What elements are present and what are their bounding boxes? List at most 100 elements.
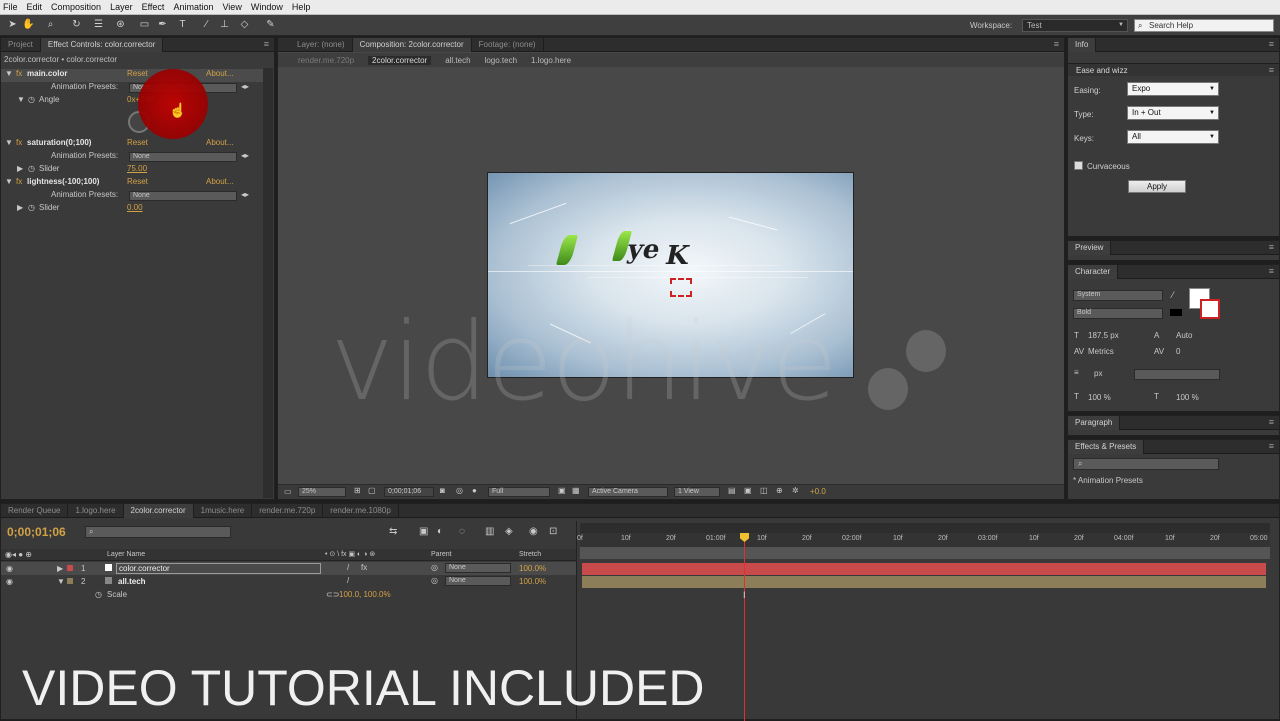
brush-tool-icon[interactable]: ⁄ [200,18,213,31]
menu-help[interactable]: Help [292,2,311,12]
presets-dropdown[interactable]: None [129,152,237,162]
pickwhip-icon[interactable]: ◎ [431,563,438,572]
font-family-dropdown[interactable]: System [1073,290,1163,301]
disclosure-triangle-icon[interactable]: ▶ [17,164,23,173]
presets-dropdown[interactable]: None [129,191,237,201]
fast-preview-icon[interactable]: ▣ [744,486,752,495]
rectangle-tool-icon[interactable]: ▭ [138,18,151,31]
stopwatch-icon[interactable]: ◷ [28,203,35,212]
pan-behind-tool-icon[interactable]: ⊛ [114,18,127,31]
menu-animation[interactable]: Animation [173,2,213,12]
work-area-bar[interactable] [580,523,1270,533]
animation-presets-item[interactable]: * Animation Presets [1073,476,1143,485]
tab-render-me-1080p[interactable]: render.me.1080p [323,503,399,518]
pen-tool-icon[interactable]: ✒ [156,18,169,31]
current-time-field[interactable]: 0;00;01;06 [384,487,434,497]
eyedropper-icon[interactable]: ⁄ [1172,290,1174,300]
disclosure-triangle-icon[interactable]: ▼ [17,95,25,104]
panel-menu-icon[interactable]: ≡ [1269,266,1274,276]
font-style-dropdown[interactable]: Bold [1073,308,1163,319]
brainstorm-icon[interactable]: ◉ [529,526,538,537]
stopwatch-icon[interactable]: ◷ [28,95,35,104]
tab-effect-controls[interactable]: Effect Controls: color.corrector [40,37,164,52]
subtab-logo-tech[interactable]: logo.tech [485,56,517,65]
effect-saturation-row[interactable]: ▼ fx saturation(0;100) Reset About... [1,138,263,151]
rotate-tool-icon[interactable]: ↻ [70,18,83,31]
draft-3d-icon[interactable]: ◐ [437,526,443,537]
tab-project[interactable]: Project [1,37,41,52]
reset-exposure-icon[interactable]: ✲ [792,486,799,495]
puppet-tool-icon[interactable]: ✎ [264,18,277,31]
tab-render-me-720p[interactable]: render.me.720p [252,503,324,518]
menu-effect[interactable]: Effect [142,2,165,12]
slider-value[interactable]: 75.00 [127,164,147,173]
label-color-swatch[interactable] [67,578,73,584]
stretch-value[interactable]: 100.0% [519,577,546,586]
tab-effects-presets[interactable]: Effects & Presets [1068,439,1145,454]
show-snapshot-icon[interactable]: ◎ [456,486,463,495]
stroke-unit[interactable]: px [1094,369,1102,378]
eye-icon[interactable]: ◉ [6,564,13,573]
view-layout-dropdown[interactable]: 1 View [674,487,720,497]
stretch-header[interactable]: Stretch [519,551,541,558]
layer-search-input[interactable]: ⌕ [85,526,231,538]
layer-name[interactable]: all.tech [118,577,146,586]
stretch-value[interactable]: 100.0% [519,564,546,573]
keys-dropdown[interactable]: All [1127,130,1219,144]
disclosure-triangle-icon[interactable]: ▶ [57,564,63,573]
horizontal-scale-value[interactable]: 100 % [1176,393,1199,402]
parent-dropdown[interactable]: None [445,563,511,573]
tab-preview[interactable]: Preview [1068,240,1112,255]
exposure-value[interactable]: +0.0 [810,487,826,496]
timeline-layer-row[interactable]: ◉ ▶ 1 color.corrector / fx ◎ None 100.0% [1,562,576,575]
tab-layer[interactable]: Layer: (none) [290,37,353,52]
tab-render-queue[interactable]: Render Queue [1,503,69,518]
panel-menu-icon[interactable]: ≡ [1269,417,1274,427]
live-update-icon[interactable]: ▣ [419,526,428,537]
timeline-icon[interactable]: ◫ [760,486,768,495]
apply-button[interactable]: Apply [1128,180,1186,193]
tracking-value[interactable]: 0 [1176,347,1180,356]
tab-character[interactable]: Character [1068,264,1119,279]
tab-footage[interactable]: Footage: (none) [472,37,544,52]
anchor-point-box[interactable] [670,278,692,297]
fx-icon[interactable]: fx [16,138,22,147]
curvaceous-checkbox[interactable] [1074,161,1083,170]
hide-shy-icon[interactable]: ◌ [459,526,465,537]
panel-menu-icon[interactable]: ≡ [264,39,269,49]
camera-dropdown[interactable]: Active Camera [588,487,668,497]
tab-1-logo-here[interactable]: 1.logo.here [68,503,124,518]
prev-next-preset-icon[interactable]: ◂▸ [241,82,249,91]
quality-switch-icon[interactable]: / [347,576,349,585]
current-time-indicator[interactable] [744,534,745,721]
menu-window[interactable]: Window [251,2,283,12]
workspace-dropdown[interactable]: Test ▼ [1022,19,1128,32]
tab-ease-and-wizz[interactable]: Ease and wizz [1076,66,1128,75]
timeline-timecode[interactable]: 0;00;01;06 [7,525,66,539]
scrollbar[interactable] [263,68,273,498]
stopwatch-icon[interactable]: ◷ [28,164,35,173]
layer-duration-bar[interactable] [582,576,1266,588]
effect-main-color-row[interactable]: ▼ fx main.color Reset About... [1,69,263,82]
selection-tool-icon[interactable]: ➤ [6,18,19,31]
menu-view[interactable]: View [222,2,241,12]
menu-file[interactable]: File [3,2,18,12]
reset-link[interactable]: Reset [127,69,148,78]
disclosure-triangle-icon[interactable]: ▼ [5,177,13,186]
layer-duration-bar[interactable] [582,563,1266,575]
pickwhip-icon[interactable]: ◎ [431,576,438,585]
type-tool-icon[interactable]: T [176,18,189,31]
panel-menu-icon[interactable]: ≡ [1269,441,1274,451]
frame-blending-icon[interactable]: ▥ [485,526,494,537]
subtab-2color-corrector[interactable]: 2color.corrector [368,55,432,65]
prev-next-preset-icon[interactable]: ◂▸ [241,190,249,199]
scale-value[interactable]: 100.0, 100.0% [339,590,391,599]
layer-name-header[interactable]: Layer Name [107,551,145,558]
kerning-value[interactable]: Metrics [1088,347,1114,356]
stroke-color-swatch[interactable] [1200,299,1220,319]
stopwatch-icon[interactable]: ◷ [95,590,102,599]
tab-1music-here[interactable]: 1music.here [194,503,253,518]
parent-header[interactable]: Parent [431,551,452,558]
panel-menu-icon[interactable]: ≡ [1054,39,1059,49]
clone-tool-icon[interactable]: ⊥ [218,18,231,31]
